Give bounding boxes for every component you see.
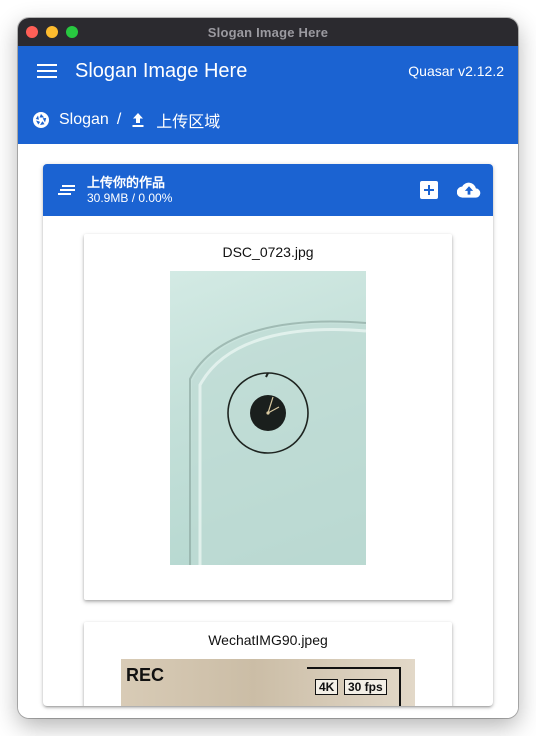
breadcrumb-item-upload[interactable]: 上传区域 (129, 108, 220, 132)
add-box-icon (420, 181, 438, 199)
menu-button[interactable] (35, 59, 59, 83)
uploaded-file-list: DSC_0723.jpg WechatIMG90.jpeg REC 4K 30 … (43, 216, 493, 706)
file-name: WechatIMG90.jpeg (208, 632, 328, 648)
app-title: Slogan Image Here (75, 59, 248, 82)
camera-aperture-icon (32, 111, 50, 129)
app-header: Slogan Image Here Quasar v2.12.2 Slogan … (18, 46, 518, 144)
rec-label: REC (126, 665, 165, 685)
sort-list-icon (57, 180, 77, 200)
window-title: Slogan Image Here (207, 24, 329, 40)
minimize-window-button[interactable] (46, 26, 58, 38)
maximize-window-button[interactable] (66, 26, 78, 38)
close-window-button[interactable] (26, 26, 38, 38)
uploader-actions (417, 178, 481, 202)
file-preview-image (170, 271, 366, 565)
breadcrumb-label-slogan: Slogan (59, 111, 109, 128)
upload-icon (129, 111, 147, 129)
fps-label: 30 fps (344, 679, 387, 695)
breadcrumb-separator: / (116, 111, 122, 128)
page-content: 上传你的作品 30.9MB / 0.00% DSC_0723.jpg Wecha… (18, 144, 518, 718)
cloud-upload-icon (457, 182, 481, 198)
viewfinder-corner (399, 667, 401, 706)
breadcrumb-label-upload: 上传区域 (156, 114, 221, 131)
breadcrumb: Slogan / 上传区域 (18, 96, 518, 144)
uploader-title: 上传你的作品 (87, 174, 166, 190)
upload-files-button[interactable] (457, 178, 481, 202)
viewfinder-corner (307, 667, 401, 669)
file-uploader: 上传你的作品 30.9MB / 0.00% DSC_0723.jpg Wecha… (43, 164, 493, 706)
uploader-titles: 上传你的作品 30.9MB / 0.00% (87, 175, 417, 206)
uploader-subtitle: 30.9MB / 0.00% (87, 190, 173, 205)
file-card[interactable]: WechatIMG90.jpeg REC 4K 30 fps (84, 622, 452, 706)
file-name: DSC_0723.jpg (222, 244, 314, 260)
window-controls (26, 26, 78, 38)
resolution-label: 4K (315, 679, 339, 695)
hamburger-menu-icon (37, 64, 57, 78)
add-files-button[interactable] (417, 178, 441, 202)
uploader-header: 上传你的作品 30.9MB / 0.00% (43, 164, 493, 216)
version-label: Quasar v2.12.2 (408, 63, 504, 79)
file-preview-image: REC 4K 30 fps (121, 659, 415, 706)
breadcrumb-item-slogan[interactable]: Slogan (32, 111, 109, 129)
file-card[interactable]: DSC_0723.jpg (84, 234, 452, 600)
app-window: Slogan Image Here Slogan Image Here Quas… (18, 18, 518, 718)
toolbar: Slogan Image Here Quasar v2.12.2 (18, 46, 518, 96)
window-titlebar: Slogan Image Here (18, 18, 518, 46)
